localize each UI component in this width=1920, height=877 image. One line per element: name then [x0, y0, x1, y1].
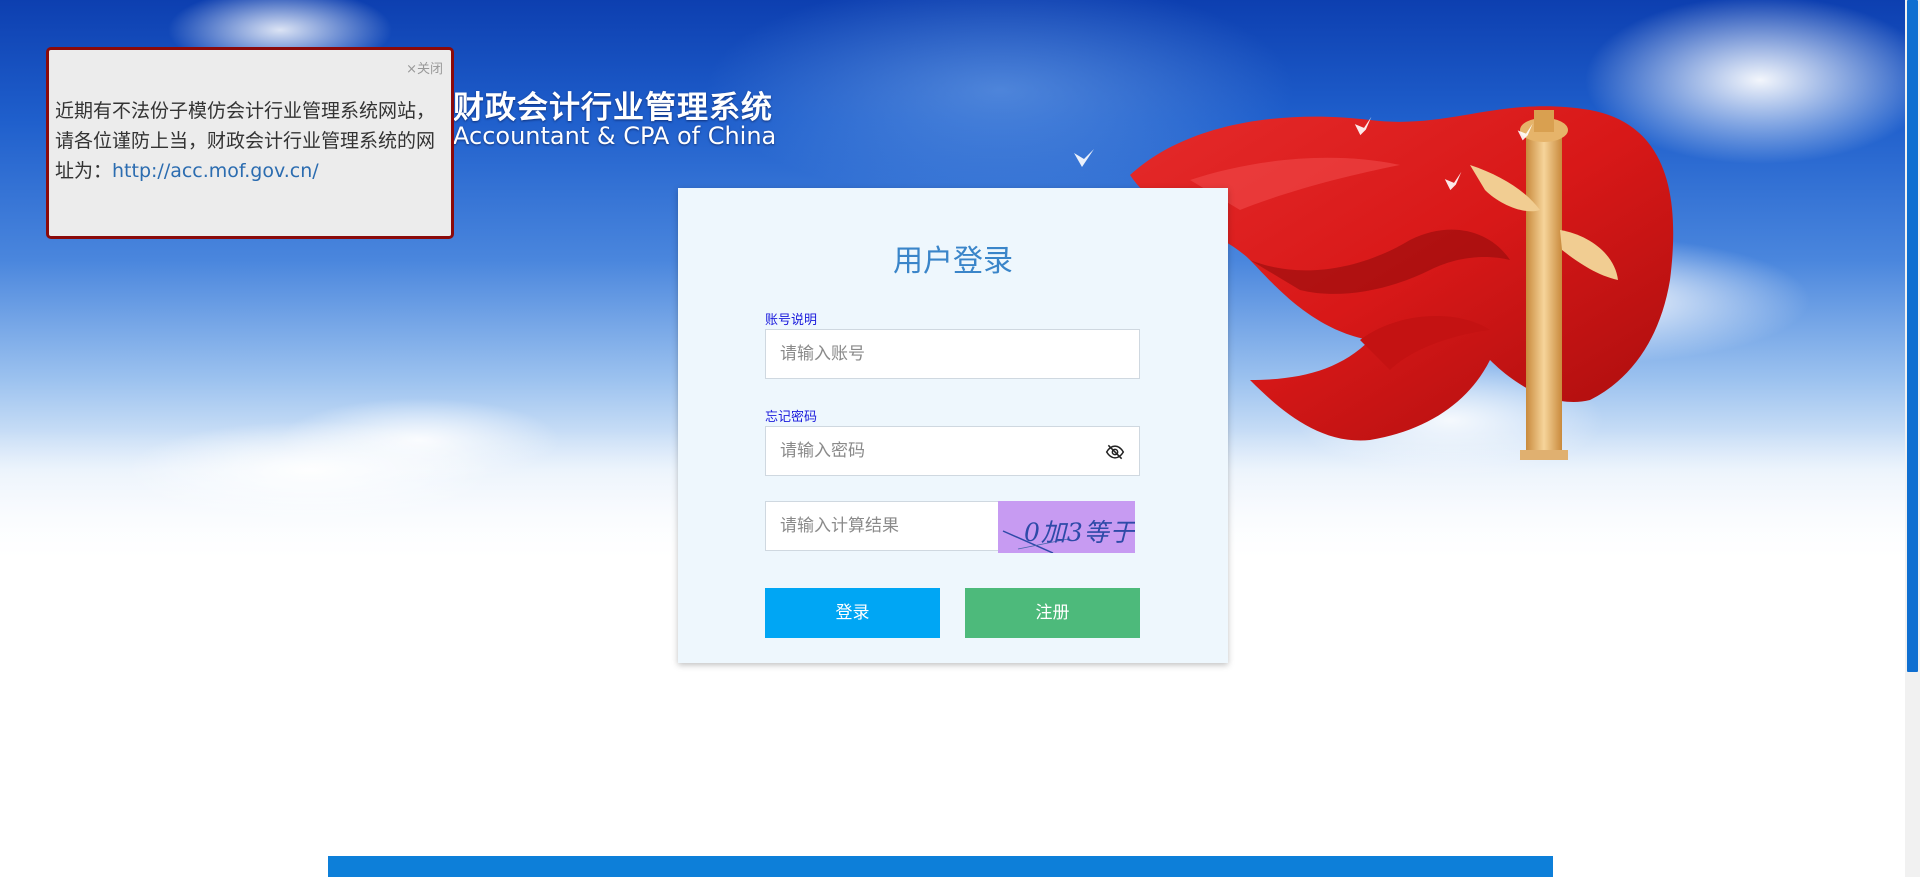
notice-text: 近期有不法份子模仿会计行业管理系统网站，请各位谨防上当，财政会计行业管理系统的网… [55, 96, 447, 186]
bird-icon [1517, 123, 1533, 141]
captcha-image[interactable]: 0加3等于 [998, 501, 1135, 553]
login-page: 财政会计行业管理系统 Accountant & CPA of China ×关闭… [0, 0, 1920, 877]
notice-link[interactable]: http://acc.mof.gov.cn/ [112, 160, 319, 182]
captcha-input[interactable] [766, 502, 999, 550]
account-input-box [765, 329, 1140, 379]
bird-icon [1074, 149, 1094, 167]
login-button[interactable]: 登录 [765, 588, 940, 638]
bird-icon [1444, 171, 1462, 191]
eye-slash-icon[interactable] [1105, 442, 1125, 462]
login-panel: 用户登录 账号说明 忘记密码 0加3等于 登录 注册 [678, 188, 1228, 663]
password-input-box [765, 426, 1140, 476]
site-subtitle: Accountant & CPA of China [453, 122, 777, 150]
password-input[interactable] [766, 427, 1139, 475]
scrollbar-thumb[interactable] [1907, 0, 1918, 672]
account-help-link[interactable]: 账号说明 [765, 309, 817, 328]
forgot-password-link[interactable]: 忘记密码 [765, 406, 817, 425]
captcha-input-box [765, 501, 1000, 551]
register-button[interactable]: 注册 [965, 588, 1140, 638]
notice-close-button[interactable]: ×关闭 [406, 58, 443, 77]
bird-icon [1354, 116, 1372, 136]
captcha-text: 0加3等于 [1024, 518, 1135, 547]
login-title: 用户登录 [893, 244, 1013, 279]
footer-bar [328, 856, 1553, 877]
notice-popup: ×关闭 近期有不法份子模仿会计行业管理系统网站，请各位谨防上当，财政会计行业管理… [46, 47, 454, 239]
account-input[interactable] [766, 330, 1139, 378]
site-title: 财政会计行业管理系统 [453, 90, 773, 126]
